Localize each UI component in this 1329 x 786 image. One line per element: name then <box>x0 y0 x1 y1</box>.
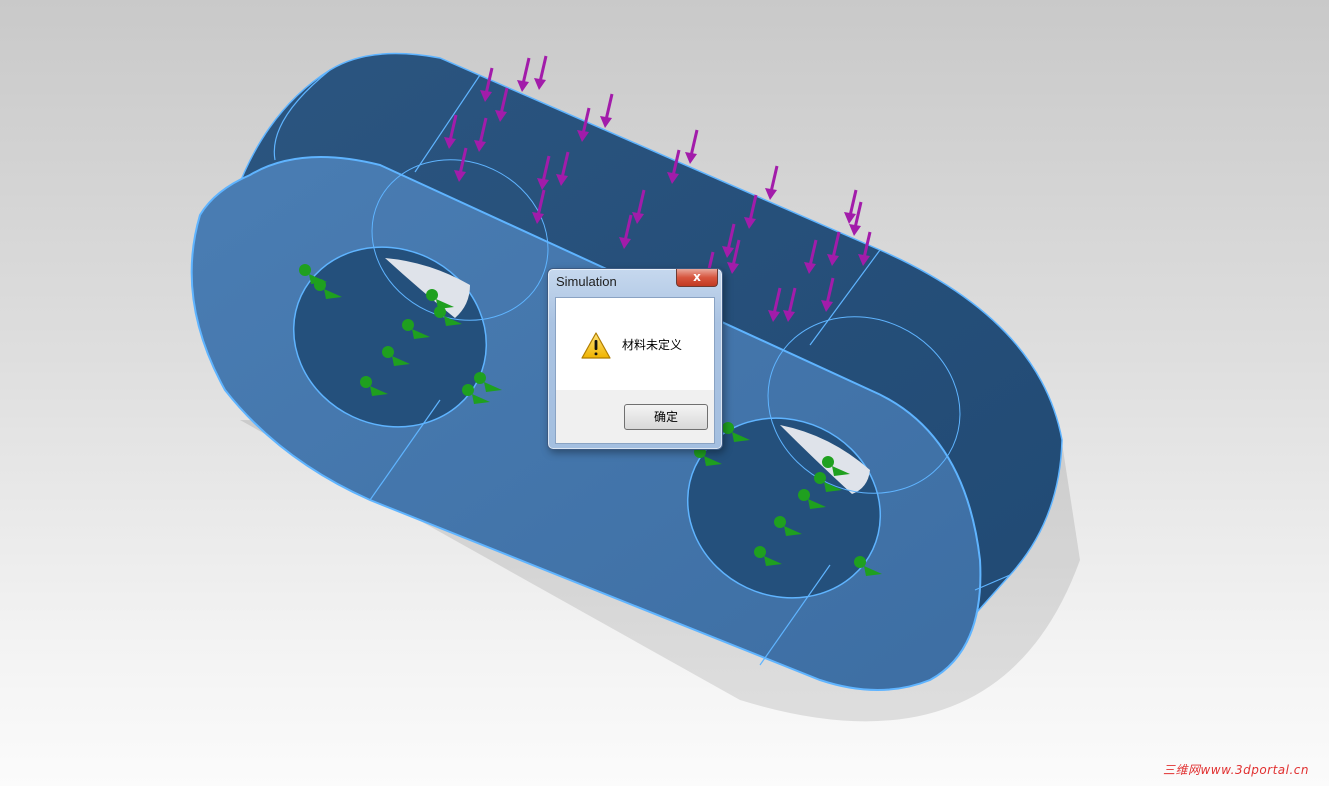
load-arrow <box>844 189 858 224</box>
load-arrow <box>685 129 699 164</box>
load-arrow <box>534 55 548 90</box>
close-button[interactable]: x <box>676 269 718 287</box>
simulation-dialog: Simulation x 材料未定义 确定 <box>547 268 723 450</box>
message-area: 材料未定义 <box>556 298 714 390</box>
dialog-body: 材料未定义 确定 <box>555 297 715 444</box>
ok-button[interactable]: 确定 <box>624 404 708 430</box>
warning-icon <box>581 332 611 359</box>
watermark: 三维网www.3dportal.cn <box>1162 763 1309 777</box>
error-message: 材料未定义 <box>622 338 683 352</box>
dialog-title: Simulation <box>556 274 617 289</box>
load-arrow <box>765 165 779 200</box>
close-icon: x <box>693 270 701 284</box>
load-arrow <box>600 93 614 128</box>
load-arrow <box>517 57 531 92</box>
